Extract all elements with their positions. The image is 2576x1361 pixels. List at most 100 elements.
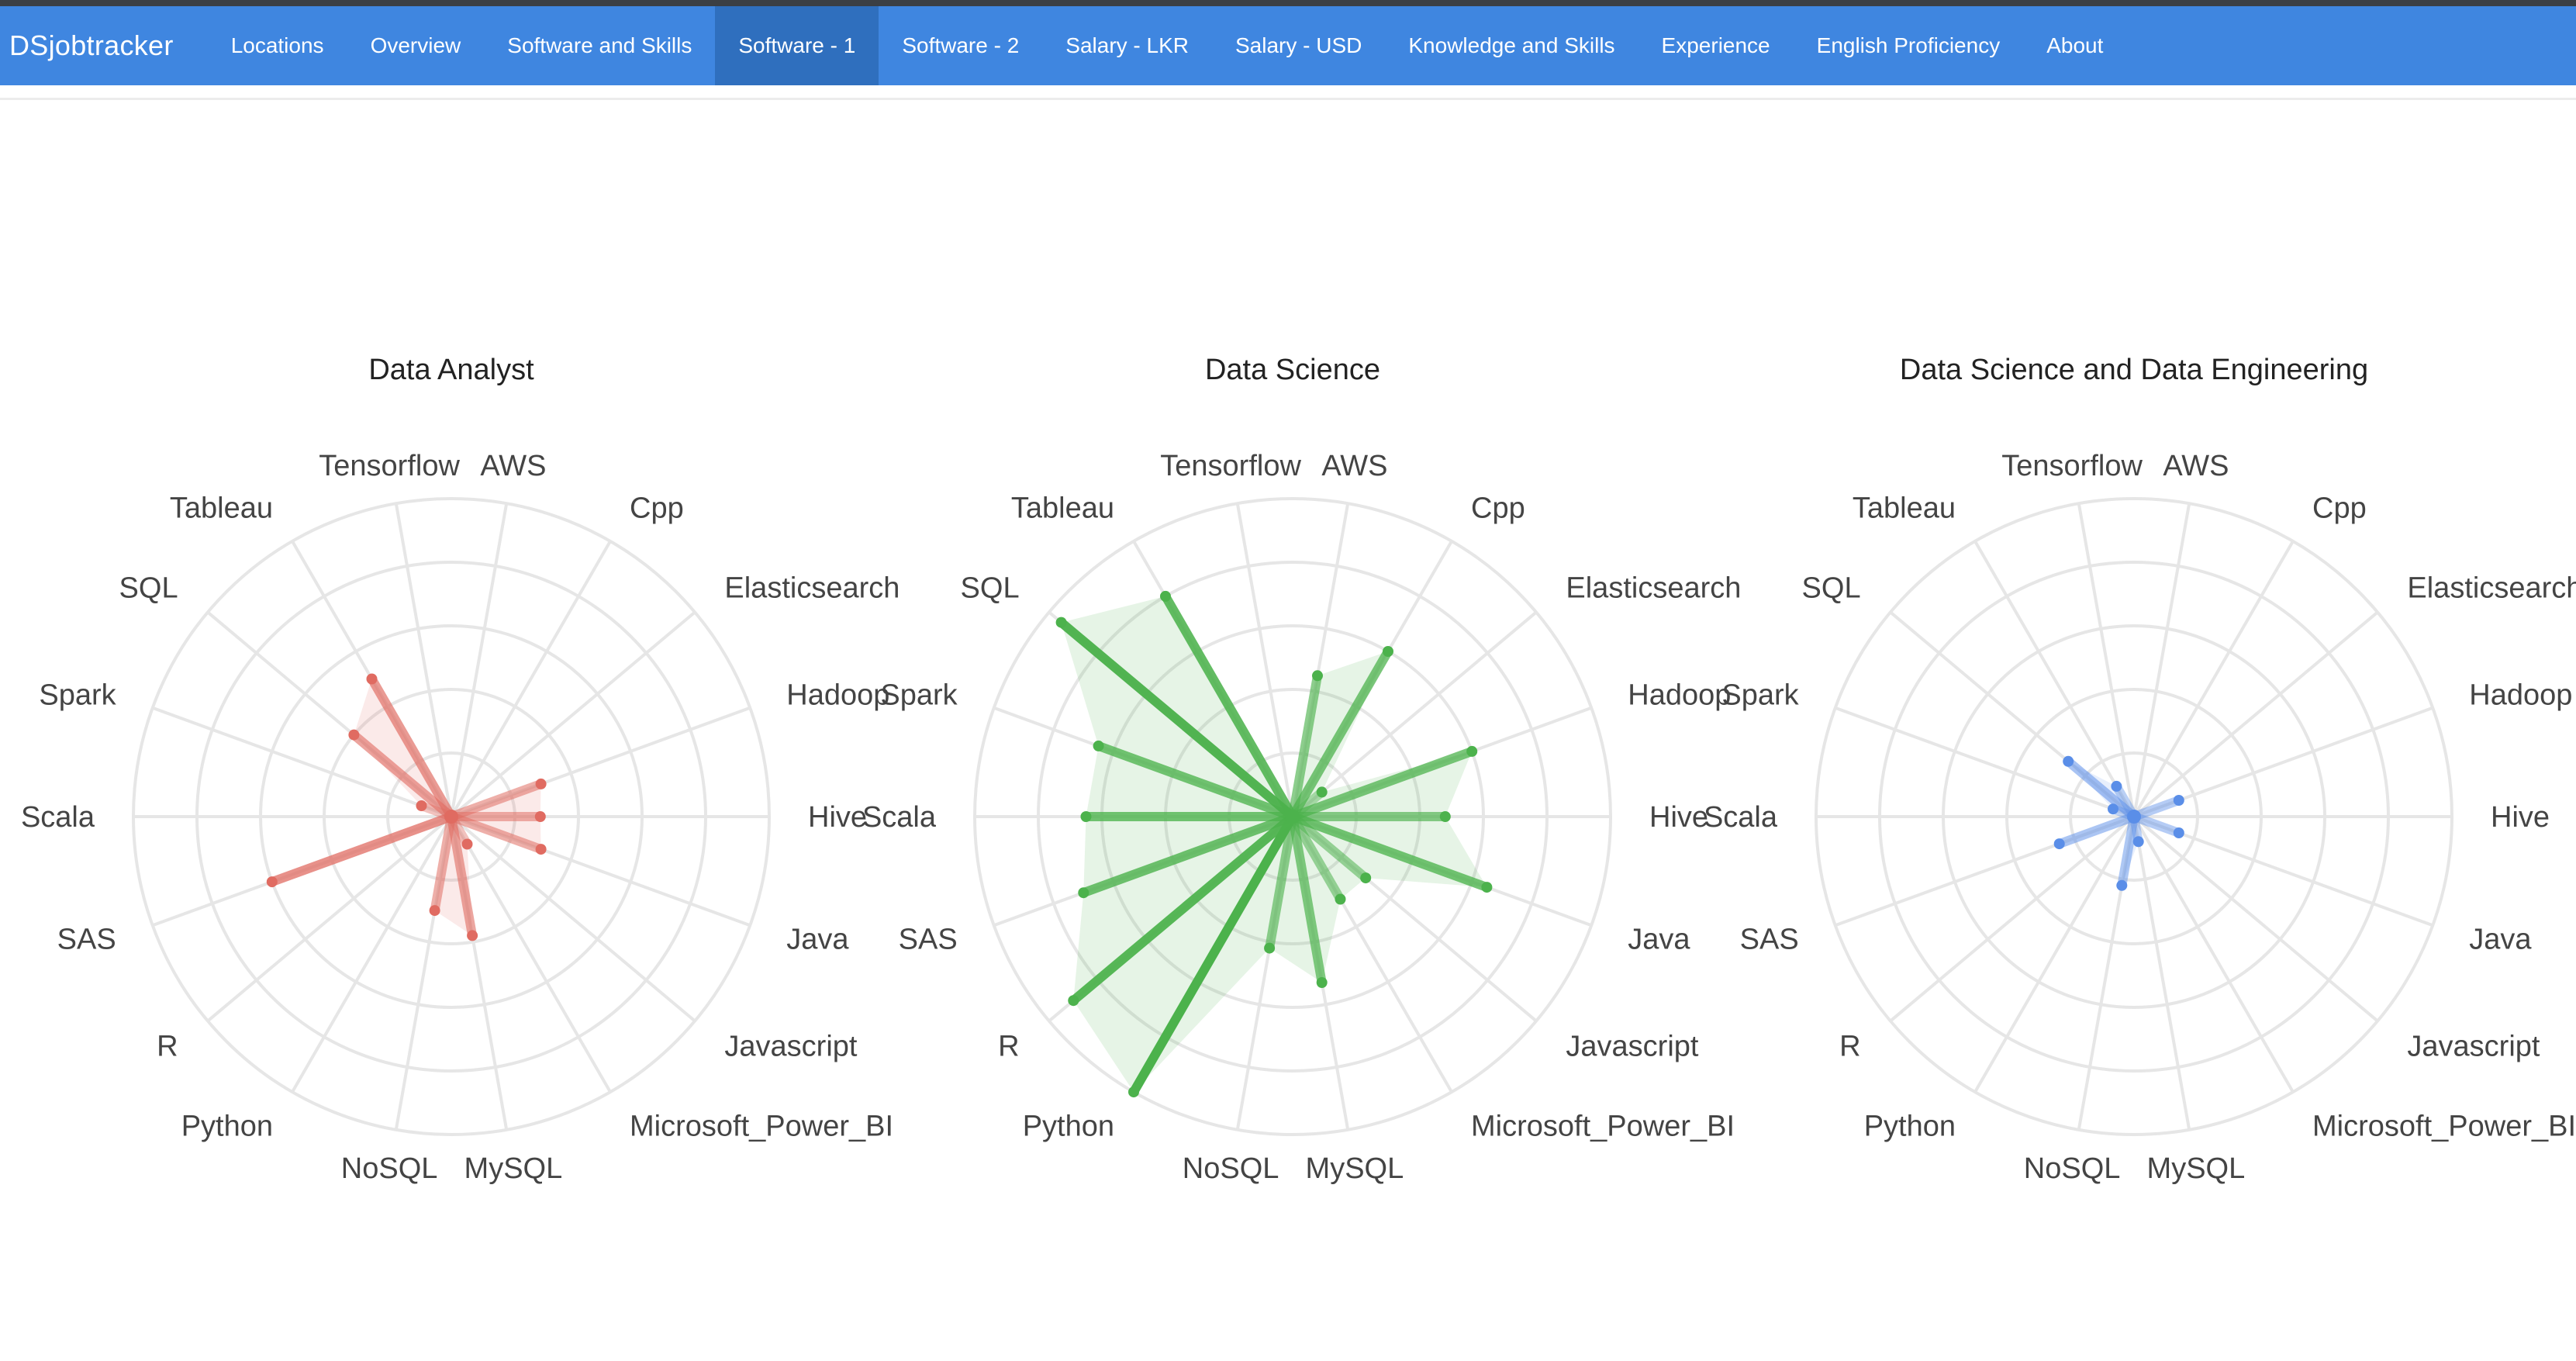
axis-label-spark: Spark <box>1721 679 1799 712</box>
axis-label-sql: SQL <box>1802 572 1861 604</box>
data-point-hadoop[interactable] <box>535 778 547 789</box>
nav-tab-salary-usd[interactable]: Salary - USD <box>1212 6 1385 85</box>
data-point-hive[interactable] <box>1439 811 1451 822</box>
axis-label-elasticsearch: Elasticsearch <box>2407 572 2576 604</box>
data-point-tableau[interactable] <box>2111 780 2122 792</box>
window-top-bar <box>0 0 2576 6</box>
axis-label-spark: Spark <box>880 679 958 712</box>
axis-label-java: Java <box>786 923 849 955</box>
axis-label-mysql: MySQL <box>1306 1152 1404 1185</box>
data-point-nosql[interactable] <box>1264 942 1276 954</box>
axis-label-javascript: Javascript <box>2407 1031 2540 1063</box>
nav-tab-salary-lkr[interactable]: Salary - LKR <box>1042 6 1212 85</box>
grid-spoke <box>450 610 696 818</box>
data-point-spark[interactable] <box>1093 740 1104 751</box>
data-point-hadoop[interactable] <box>2173 795 2184 806</box>
data-point-spark[interactable] <box>416 800 427 811</box>
axis-label-r: R <box>998 1031 1019 1063</box>
grid-spoke <box>2132 610 2379 818</box>
axis-label-mysql: MySQL <box>464 1152 563 1185</box>
axis-label-hive: Hive <box>2491 801 2550 834</box>
axis-label-r: R <box>1839 1031 1860 1063</box>
series-ray-sas[interactable] <box>267 812 456 887</box>
axis-label-hadoop: Hadoop <box>1628 679 1731 712</box>
axis-label-nosql: NoSQL <box>1183 1152 1279 1185</box>
brand-logo[interactable]: DSjobtracker <box>0 6 208 85</box>
radar-chart-data-science: AWS Cpp Elasticsearch Hadoop Hive Java Javascr… <box>862 354 1741 1185</box>
axis-label-javascript: Javascript <box>724 1031 857 1063</box>
data-point-nosql[interactable] <box>2116 879 2128 891</box>
axis-label-python: Python <box>1023 1110 1114 1142</box>
data-point-sql[interactable] <box>1055 617 1067 628</box>
axis-label-scala: Scala <box>21 801 95 834</box>
axis-label-r: R <box>157 1031 178 1063</box>
axis-label-tableau: Tableau <box>1011 492 1114 525</box>
data-point-elasticsearch[interactable] <box>1316 786 1328 798</box>
nav-tab-english-proficiency[interactable]: English Proficiency <box>1794 6 2024 85</box>
axis-label-elasticsearch: Elasticsearch <box>1566 572 1741 604</box>
axis-label-python: Python <box>1864 1110 1956 1142</box>
axis-label-hive: Hive <box>808 801 867 834</box>
axis-label-javascript: Javascript <box>1566 1031 1698 1063</box>
data-point-javascript[interactable] <box>1360 872 1372 884</box>
axis-label-nosql: NoSQL <box>341 1152 438 1185</box>
data-point-cpp[interactable] <box>1383 646 1393 657</box>
data-point-mysql[interactable] <box>1316 977 1328 988</box>
data-point-tableau[interactable] <box>1160 590 1171 602</box>
nav-tab-knowledge-and-skills[interactable]: Knowledge and Skills <box>1385 6 1638 85</box>
nav-tab-software-and-skills[interactable]: Software and Skills <box>484 6 715 85</box>
data-point-microsoft-power-bi[interactable] <box>461 838 473 850</box>
data-point-mysql[interactable] <box>467 930 478 941</box>
axis-label-sas: SAS <box>899 923 958 955</box>
data-point-java[interactable] <box>535 844 547 855</box>
axis-label-tableau: Tableau <box>170 492 273 525</box>
axis-label-aws: AWS <box>1321 450 1387 482</box>
nav-tab-about[interactable]: About <box>2023 6 2126 85</box>
data-point-java[interactable] <box>1481 882 1493 893</box>
data-point-sas[interactable] <box>2053 838 2065 850</box>
axis-label-java: Java <box>2469 923 2532 955</box>
radar-chart-data-analyst: AWS Cpp Elasticsearch Hadoop Hive Java Javascr… <box>21 354 900 1185</box>
chart-center <box>1286 810 1300 824</box>
radar-charts-area: AWS Cpp Elasticsearch Hadoop Hive Java Javascr… <box>21 354 2576 1185</box>
grid-spoke <box>2132 815 2379 1023</box>
axis-label-microsoft-power-bi: Microsoft_Power_BI <box>630 1110 893 1142</box>
data-point-hive[interactable] <box>534 811 546 822</box>
grid-spoke <box>450 815 696 1023</box>
axis-label-nosql: NoSQL <box>2024 1152 2121 1185</box>
data-point-nosql[interactable] <box>429 905 440 917</box>
data-point-sas[interactable] <box>1078 887 1089 899</box>
data-point-java[interactable] <box>2173 827 2184 838</box>
nav-tab-software-1[interactable]: Software - 1 <box>715 6 879 85</box>
axis-label-cpp: Cpp <box>630 492 684 525</box>
nav-tab-locations[interactable]: Locations <box>208 6 347 85</box>
axis-label-scala: Scala <box>1704 801 1778 834</box>
axis-label-aws: AWS <box>2163 450 2229 482</box>
grid-spoke <box>206 815 453 1023</box>
axis-label-tensorflow: Tensorflow <box>2001 450 2143 482</box>
axis-label-sql: SQL <box>961 572 1020 604</box>
axis-label-mysql: MySQL <box>2147 1152 2246 1185</box>
data-point-microsoft-power-bi[interactable] <box>1335 893 1346 905</box>
data-point-sql[interactable] <box>2063 755 2074 767</box>
axis-label-python: Python <box>181 1110 273 1142</box>
axis-label-microsoft-power-bi: Microsoft_Power_BI <box>1471 1110 1735 1142</box>
nav-tab-experience[interactable]: Experience <box>1638 6 1794 85</box>
data-point-scala[interactable] <box>1080 811 1092 822</box>
chart-title: Data Analyst <box>368 354 534 386</box>
axis-label-tensorflow: Tensorflow <box>319 450 460 482</box>
data-point-tableau[interactable] <box>366 673 378 685</box>
data-point-sql[interactable] <box>348 729 360 741</box>
data-point-r[interactable] <box>1068 995 1079 1007</box>
chart-center <box>2127 810 2141 824</box>
axis-label-elasticsearch: Elasticsearch <box>724 572 900 604</box>
nav-tab-overview[interactable]: Overview <box>347 6 485 85</box>
data-point-hadoop[interactable] <box>1466 745 1478 757</box>
axis-label-hadoop: Hadoop <box>786 679 889 712</box>
axis-label-cpp: Cpp <box>2312 492 2367 525</box>
data-point-sas[interactable] <box>266 876 278 888</box>
data-point-python[interactable] <box>1128 1086 1139 1098</box>
data-point-aws[interactable] <box>1312 670 1323 682</box>
nav-tab-software-2[interactable]: Software - 2 <box>879 6 1042 85</box>
chart-title: Data Science <box>1205 354 1380 386</box>
